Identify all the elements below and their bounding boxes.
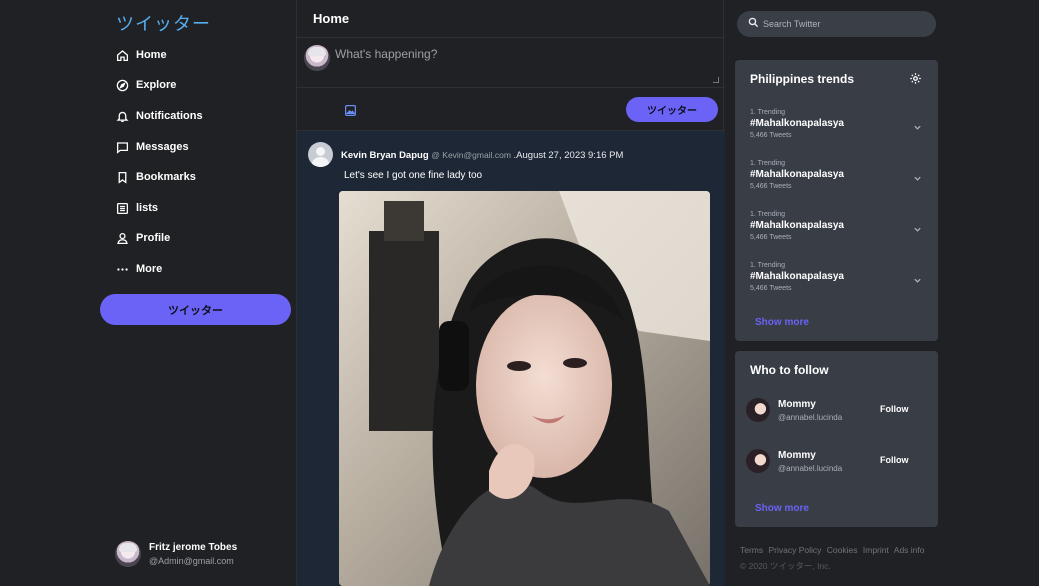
tweet-button[interactable]: ツイッター [100,294,291,325]
user-name: Fritz jerome Tobes [149,542,238,553]
avatar[interactable] [746,449,770,473]
copyright: © 2020 ツイッター, Inc. [740,561,831,571]
trend-item[interactable]: 1. Trending #Mahalkonapalasya 5,466 Twee… [750,160,922,190]
sidebar-item-more[interactable]: More [116,259,162,279]
compose-tweet-button[interactable]: ツイッター [626,97,718,122]
footer-links: Terms Privacy Policy Cookies Imprint Ads… [740,545,928,555]
main-feed: Home ツイッター Kevin Bryan Dapug @ Kevin@gma… [296,0,725,586]
avatar[interactable] [746,398,770,422]
trend-count: 5,466 Tweets [750,132,792,139]
sidebar-item-label: Messages [136,141,189,153]
tweet-text: Let's see I got one fine lady too [344,170,483,181]
home-icon [116,49,129,62]
sidebar-item-bookmarks[interactable]: Bookmarks [116,167,196,187]
trend-tag: #Mahalkonapalasya [750,118,844,129]
follow-button[interactable]: Follow [880,404,909,414]
avatar [115,541,141,567]
trends-title: Philippines trends [750,72,855,86]
tweet-meta: Kevin Bryan Dapug @ Kevin@gmail.com .Aug… [341,150,623,161]
account-switcher[interactable]: Fritz jerome Tobes @Admin@gmail.com [115,541,237,567]
left-sidebar: ツイッター Home Explore Notifications Message… [0,0,296,586]
tweet-handle: @ Kevin@gmail.com [431,150,511,160]
avatar [304,45,330,71]
message-icon [116,141,129,154]
sidebar-item-label: Bookmarks [136,171,196,183]
footer-link-imprint[interactable]: Imprint [863,545,889,555]
trend-rank: 1. Trending [750,160,786,167]
follow-name[interactable]: Mommy [778,399,816,410]
follow-suggestion[interactable]: Mommy @annabel.lucinda Follow [746,447,916,477]
image-icon[interactable] [344,104,357,117]
compose-input[interactable] [335,47,717,81]
tweet[interactable]: Kevin Bryan Dapug @ Kevin@gmail.com .Aug… [297,131,725,586]
user-icon [116,232,129,245]
sidebar-item-label: Notifications [136,110,203,122]
footer-link-privacy[interactable]: Privacy Policy [769,545,822,555]
composer-toolbar: ツイッター [297,88,725,131]
who-to-follow-card: Who to follow Mommy @annabel.lucinda Fol… [735,351,938,527]
bookmark-icon [116,171,129,184]
trends-show-more[interactable]: Show more [755,317,809,328]
sidebar-item-label: lists [136,202,159,214]
trend-item[interactable]: 1. Trending #Mahalkonapalasya 5,466 Twee… [750,211,922,241]
chevron-down-icon[interactable] [913,119,922,130]
trend-rank: 1. Trending [750,211,786,218]
trend-tag: #Mahalkonapalasya [750,169,844,180]
follow-show-more[interactable]: Show more [755,503,809,514]
sidebar-item-notifications[interactable]: Notifications [116,106,203,126]
trend-rank: 1. Trending [750,109,786,116]
sidebar-item-home[interactable]: Home [116,45,167,65]
trend-count: 5,466 Tweets [750,285,792,292]
who-to-follow-title: Who to follow [750,363,829,377]
trend-count: 5,466 Tweets [750,234,792,241]
chevron-down-icon[interactable] [913,221,922,232]
tweet-author[interactable]: Kevin Bryan Dapug [341,150,429,161]
footer-link-cookies[interactable]: Cookies [827,545,858,555]
page-title: Home [313,11,350,26]
chevron-down-icon[interactable] [913,170,922,181]
search-input[interactable] [763,19,923,29]
footer-link-terms[interactable]: Terms [740,545,763,555]
sidebar-item-label: Profile [136,232,171,244]
follow-name[interactable]: Mommy [778,450,816,461]
trend-rank: 1. Trending [750,262,786,269]
sidebar-item-label: More [136,263,163,275]
avatar[interactable] [308,142,333,167]
tweet-date: .August 27, 2023 9:16 PM [513,150,624,161]
tweet-image[interactable] [339,191,710,586]
chevron-down-icon[interactable] [913,272,922,283]
trend-item[interactable]: 1. Trending #Mahalkonapalasya 5,466 Twee… [750,109,922,139]
search-icon [748,15,759,33]
trend-tag: #Mahalkonapalasya [750,220,844,231]
bell-icon [116,110,129,123]
sidebar-item-messages[interactable]: Messages [116,137,189,157]
trends-card: Philippines trends 1. Trending #Mahalkon… [735,60,938,341]
more-icon [116,263,129,276]
trend-item[interactable]: 1. Trending #Mahalkonapalasya 5,466 Twee… [750,262,922,292]
sidebar-item-label: Home [136,49,167,61]
sidebar-item-label: Explore [136,79,177,91]
follow-button[interactable]: Follow [880,455,909,465]
sidebar-item-profile[interactable]: Profile [116,228,170,248]
sidebar-item-explore[interactable]: Explore [116,75,176,95]
footer-link-ads-info[interactable]: Ads info [894,545,925,555]
follow-suggestion[interactable]: Mommy @annabel.lucinda Follow [746,396,916,426]
gear-icon[interactable] [909,72,922,90]
compass-icon [116,79,129,92]
search-box[interactable] [737,11,936,37]
list-icon [116,202,129,215]
sidebar-item-lists[interactable]: lists [116,198,158,218]
trend-count: 5,466 Tweets [750,183,792,190]
follow-handle: @annabel.lucinda [778,413,843,422]
app-logo[interactable]: ツイッター [116,10,211,36]
trend-tag: #Mahalkonapalasya [750,271,844,282]
resize-handle[interactable] [713,77,719,83]
feed-header: Home [297,0,725,38]
user-email: @Admin@gmail.com [149,556,234,566]
tweet-composer [297,38,725,88]
follow-handle: @annabel.lucinda [778,464,843,473]
